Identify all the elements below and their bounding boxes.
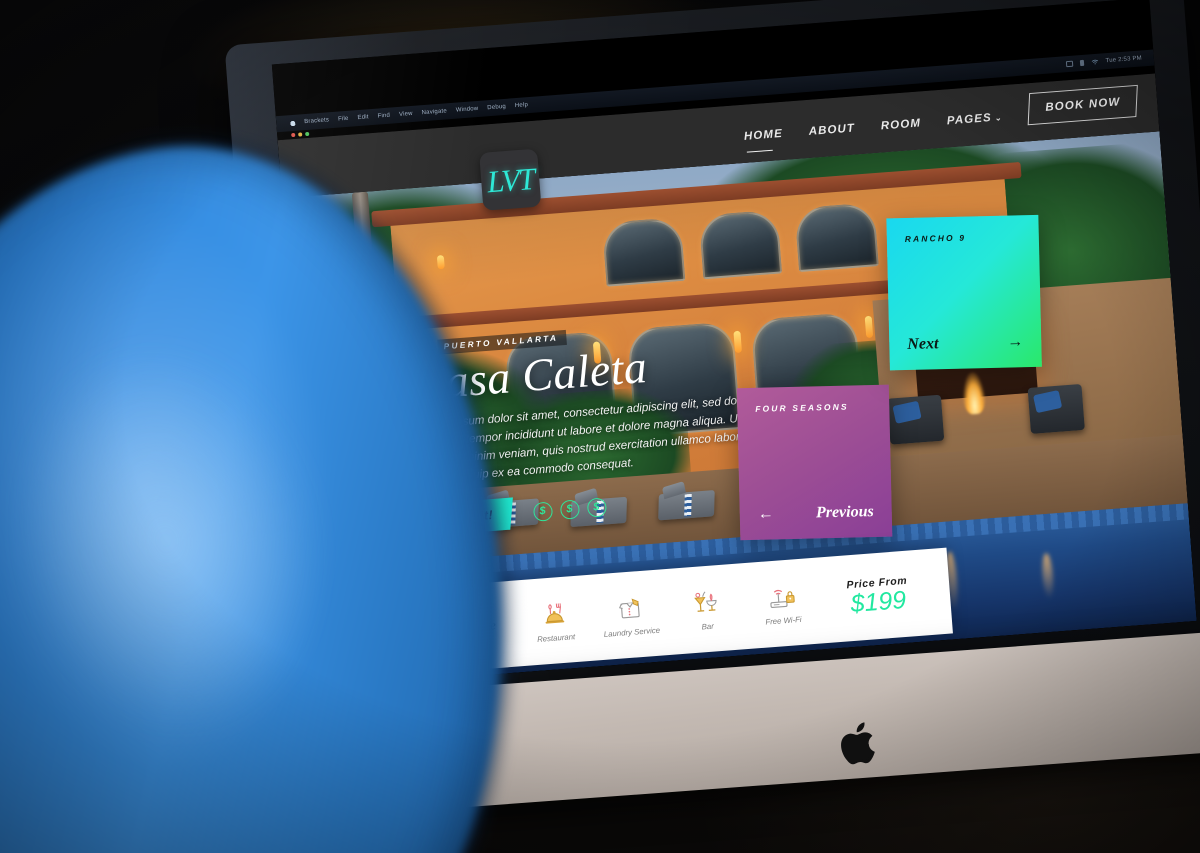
next-card-footer: Next → (907, 333, 1023, 354)
wifi-icon[interactable] (1090, 59, 1098, 66)
amenity-laundry[interactable]: Laundry Service (593, 591, 668, 639)
villa-window (698, 209, 782, 280)
menubar-item-help[interactable]: Help (515, 102, 529, 109)
villa-window (601, 216, 686, 287)
site-logo[interactable]: LVT (479, 148, 542, 211)
dollar-sign-icon: $ (586, 497, 607, 518)
menubar-status-area: Tue 2:53 PM (1065, 55, 1155, 68)
arrow-right-icon[interactable]: → (1007, 333, 1023, 350)
patio-chair (887, 394, 945, 445)
menubar-item-window[interactable]: Window (456, 106, 479, 114)
menubar-item-view[interactable]: View (399, 111, 413, 118)
apple-logo-icon (841, 722, 875, 765)
slider-next-card[interactable]: RANCHO 9 Next → (886, 214, 1042, 371)
menubar-item-debug[interactable]: Debug (487, 104, 506, 111)
patio-chair (1027, 383, 1086, 434)
nav-link-pages-label: PAGES (946, 112, 993, 128)
next-card-cta[interactable]: Next (907, 335, 939, 354)
menubar-item-edit[interactable]: Edit (357, 114, 369, 121)
amenity-bar[interactable]: Bar (669, 585, 744, 633)
bluetooth-icon[interactable] (1079, 59, 1084, 67)
window-traffic-lights[interactable] (291, 131, 310, 138)
amenity-restaurant[interactable]: Restaurant (517, 596, 592, 644)
menubar-item-find[interactable]: Find (377, 113, 390, 120)
arrow-left-icon[interactable]: ← (758, 505, 774, 522)
slider-previous-card[interactable]: FOUR SEASONS ← Previous (736, 384, 893, 541)
site-logo-text: LVT (485, 160, 535, 199)
nav-link-home[interactable]: HOME (744, 128, 784, 153)
amenity-wifi[interactable]: Free Wi-Fi (745, 579, 820, 627)
cocktail-glasses-icon (694, 590, 717, 612)
dollar-sign-icon: $ (559, 499, 580, 520)
chevron-down-icon: ⌄ (994, 113, 1003, 123)
book-now-button[interactable]: BOOK NOW (1027, 84, 1138, 126)
previous-card-footer: ← Previous (758, 503, 874, 524)
amenity-restaurant-label: Restaurant (536, 631, 576, 644)
menubar-item-file[interactable]: File (338, 116, 349, 123)
amenity-wifi-label: Free Wi-Fi (765, 614, 802, 627)
food-cloche-icon (545, 602, 565, 624)
nav-link-room[interactable]: ROOM (880, 117, 922, 142)
screen-share-icon[interactable] (1065, 60, 1073, 68)
chair-cushion (1033, 389, 1063, 413)
nav-link-about[interactable]: ABOUT (808, 122, 856, 147)
nav-link-pages[interactable]: PAGES ⌄ (946, 111, 1003, 137)
price-from-block: Price From $199 (821, 573, 936, 620)
photo-scene: Brackets File Edit Find View Navigate Wi… (0, 0, 1200, 853)
apple-icon[interactable] (290, 119, 296, 127)
menubar-item-navigate[interactable]: Navigate (421, 108, 447, 116)
previous-card-cta[interactable]: Previous (816, 503, 874, 522)
folded-shirt-icon (618, 597, 640, 618)
price-rating: $ $ $ (532, 497, 607, 522)
villa-lamp (436, 254, 445, 270)
previous-card-label: FOUR SEASONS (755, 401, 849, 414)
book-now-label: BOOK NOW (1044, 96, 1121, 114)
router-lock-icon (770, 589, 795, 608)
dollar-sign-icon: $ (532, 501, 553, 522)
amenity-laundry-label: Laundry Service (603, 625, 661, 639)
zoom-button[interactable] (305, 131, 310, 137)
villa-window (794, 202, 879, 272)
chair-cushion (892, 400, 923, 424)
minimize-button[interactable] (298, 132, 303, 137)
close-button[interactable] (291, 132, 296, 138)
amenity-bar-label: Bar (701, 621, 715, 631)
next-card-label: RANCHO 9 (904, 232, 967, 244)
menubar-item-brackets[interactable]: Brackets (304, 117, 329, 125)
menubar-clock[interactable]: Tue 2:53 PM (1105, 55, 1142, 64)
